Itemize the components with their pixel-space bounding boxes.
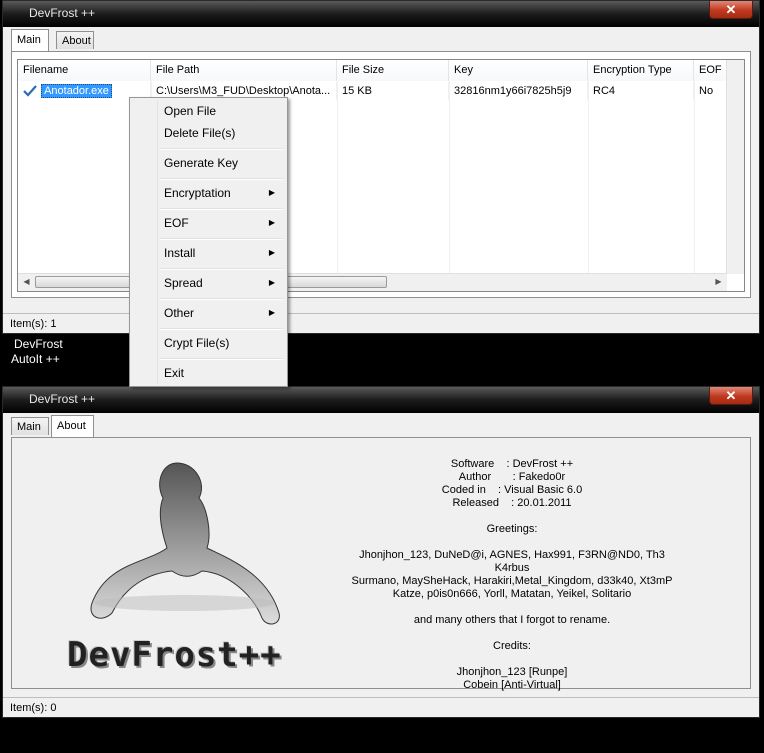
greetings-line: Katze, p0is0n666, Yorll, Matatan, Yeikel…: [392, 588, 632, 600]
cell-key: 32816nm1y66i7825h5j9: [449, 82, 588, 100]
menu-separator: [160, 178, 283, 180]
tab-main[interactable]: Main: [11, 29, 49, 51]
title-bar[interactable]: DevFrost ++ ✕: [3, 387, 759, 413]
tab-about[interactable]: About: [51, 415, 94, 437]
menu-separator: [160, 328, 283, 330]
menu-item-label: Spread: [164, 276, 203, 290]
horizontal-scrollbar[interactable]: ◀ ▶: [18, 273, 727, 291]
artwork-figure: [90, 462, 280, 625]
submenu-arrow-icon: ▶: [268, 308, 275, 317]
menu-item-label: Exit: [164, 366, 185, 380]
window-title: DevFrost ++: [29, 392, 96, 406]
close-button[interactable]: ✕: [709, 1, 753, 19]
info-coded-in: Coded in : Visual Basic 6.0: [441, 484, 583, 496]
col-key[interactable]: Key: [449, 60, 588, 81]
col-filepath[interactable]: File Path: [151, 60, 337, 81]
menu-item-crypt-files[interactable]: Crypt File(s): [132, 332, 285, 354]
others-text: and many others that I forgot to rename.: [413, 614, 611, 626]
menu-separator: [160, 238, 283, 240]
menu-item-open-file[interactable]: Open File: [132, 100, 285, 122]
menu-item-spread[interactable]: Spread ▶: [132, 272, 285, 294]
col-filesize[interactable]: File Size: [337, 60, 449, 81]
tab-about[interactable]: About: [56, 31, 94, 49]
menu-separator: [160, 268, 283, 270]
credits-title: Credits:: [493, 640, 531, 652]
menu-item-delete-files[interactable]: Delete File(s): [132, 122, 285, 144]
desktop-label-devfrost: DevFrost: [14, 337, 63, 351]
menu-item-exit[interactable]: Exit: [132, 362, 285, 384]
menu-separator: [160, 208, 283, 210]
close-icon: ✕: [725, 388, 737, 403]
credits-line: Jhonjhon_123 [Runpe]: [456, 666, 568, 678]
menu-item-install[interactable]: Install ▶: [132, 242, 285, 264]
filename-text: Anotador.exe: [41, 84, 112, 98]
scroll-left-icon[interactable]: ◀: [18, 274, 35, 291]
col-encryption[interactable]: Encryption Type: [588, 60, 694, 81]
menu-item-label: Encryptation: [164, 186, 231, 200]
grid-line: [694, 81, 695, 274]
menu-item-label: Install: [164, 246, 196, 260]
vertical-scrollbar[interactable]: [726, 60, 744, 274]
about-window: DevFrost ++ ✕ Main About DevFrost++ Soft…: [2, 386, 760, 718]
status-text: Item(s): 0: [10, 702, 57, 714]
info-released: Released : 20.01.2011: [452, 497, 572, 509]
main-window: DevFrost ++ ✕ Main About Filename File P…: [2, 0, 760, 334]
col-filename[interactable]: Filename: [18, 60, 151, 81]
menu-item-label: Generate Key: [164, 156, 239, 170]
check-icon[interactable]: [22, 84, 38, 98]
submenu-arrow-icon: ▶: [268, 278, 275, 287]
submenu-arrow-icon: ▶: [268, 248, 275, 257]
menu-item-generate-key[interactable]: Generate Key: [132, 152, 285, 174]
menu-separator: [160, 148, 283, 150]
grid-line: [588, 81, 589, 274]
menu-item-eof[interactable]: EOF ▶: [132, 212, 285, 234]
menu-separator: [160, 298, 283, 300]
menu-separator: [160, 358, 283, 360]
submenu-arrow-icon: ▶: [268, 188, 275, 197]
greetings-line: Surmano, MaySheHack, Harakiri,Metal_King…: [351, 575, 673, 587]
window-title: DevFrost ++: [29, 6, 96, 20]
main-panel: Filename File Path File Size Key Encrypt…: [11, 51, 751, 298]
cell-encryption: RC4: [588, 82, 694, 100]
desktop-label-autoit: AutoIt ++: [11, 352, 60, 366]
menu-item-label: Delete File(s): [164, 126, 236, 140]
grid-line: [449, 81, 450, 274]
menu-item-label: EOF: [164, 216, 189, 230]
file-list[interactable]: Filename File Path File Size Key Encrypt…: [17, 59, 745, 292]
about-panel: DevFrost++ Software : DevFrost ++ Author…: [11, 437, 751, 692]
table-row[interactable]: Anotador.exe C:\Users\M3_FUD\Desktop\Ano…: [18, 82, 744, 100]
credits-line: Cobein [Anti-Virtual]: [463, 679, 561, 691]
submenu-arrow-icon: ▶: [268, 218, 275, 227]
menu-item-label: Crypt File(s): [164, 336, 230, 350]
menu-item-label: Other: [164, 306, 195, 320]
menu-item-encryptation[interactable]: Encryptation ▶: [132, 182, 285, 204]
cell-filesize: 15 KB: [337, 82, 449, 100]
menu-item-label: Open File: [164, 104, 217, 118]
title-bar[interactable]: DevFrost ++ ✕: [3, 1, 759, 27]
status-text: Item(s): 1: [10, 318, 57, 330]
tab-main[interactable]: Main: [11, 417, 49, 435]
status-bar: Item(s): 0: [3, 697, 759, 717]
about-info: Software : DevFrost ++ Author : Fakedo0r…: [342, 458, 682, 692]
status-bar: Item(s): 1: [3, 313, 759, 333]
context-menu: Open File Delete File(s) Generate Key En…: [129, 97, 288, 387]
grid-line: [337, 81, 338, 274]
greetings-line: Jhonjhon_123, DuNeD@i, AGNES, Hax991, F3…: [359, 549, 665, 574]
greetings-title: Greetings:: [486, 523, 538, 535]
close-button[interactable]: ✕: [709, 387, 753, 405]
info-software: Software : DevFrost ++: [450, 458, 574, 470]
list-header: Filename File Path File Size Key Encrypt…: [18, 60, 744, 81]
menu-item-other[interactable]: Other ▶: [132, 302, 285, 324]
scroll-right-icon[interactable]: ▶: [710, 274, 727, 291]
info-author: Author : Fakedo0r: [458, 471, 566, 483]
close-icon: ✕: [725, 2, 737, 17]
devfrost-logo: DevFrost++: [67, 635, 282, 675]
